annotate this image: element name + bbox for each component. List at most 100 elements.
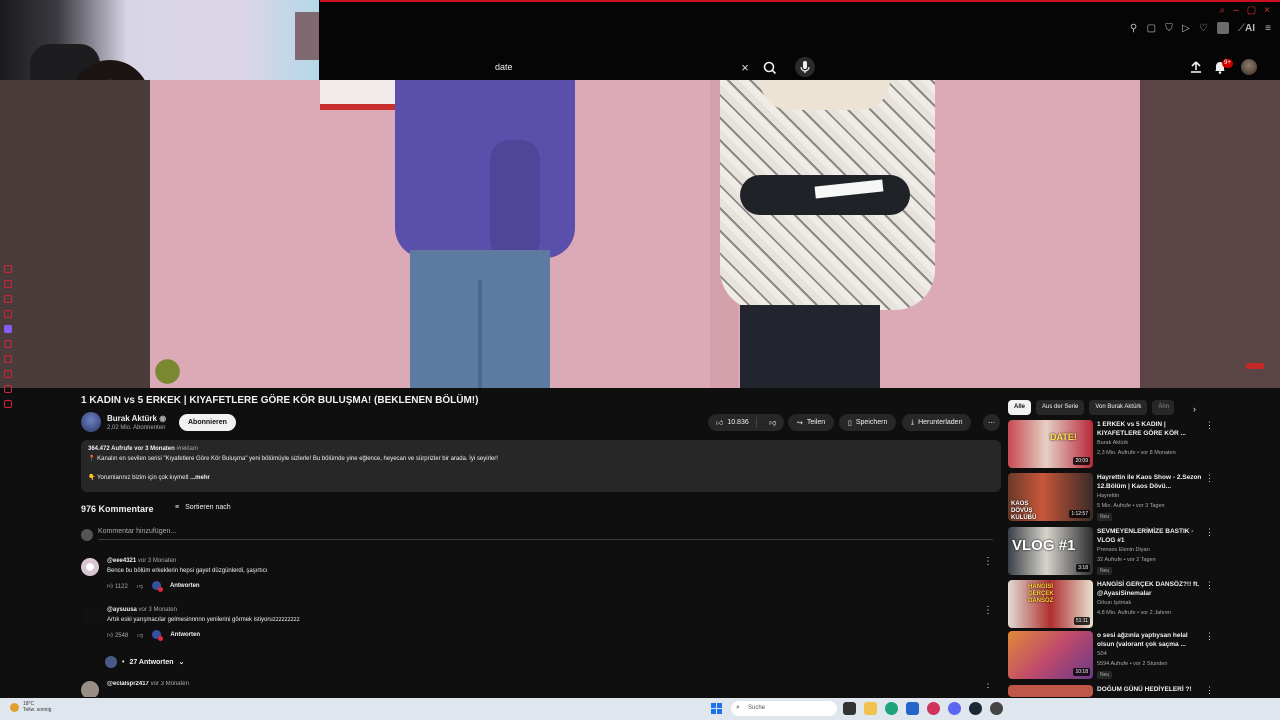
channel-name-text[interactable]: Burak Aktürk bbox=[107, 414, 157, 423]
recommendation-channel[interactable]: Orkun Işıtmak bbox=[1097, 600, 1131, 606]
recommendation-item[interactable]: KAOS DÖVÜŞ KULÜBÜ 1:12:57 Hayrettin ile … bbox=[1008, 473, 1214, 523]
add-comment-input[interactable]: Kommentar hinzufügen... bbox=[98, 528, 993, 540]
recommendation-item[interactable]: DOĞUM GÜNÜ HEDİYELERİ ?! ⋮ bbox=[1008, 685, 1214, 697]
channel-name[interactable]: Burak Aktürk ◉ bbox=[107, 414, 166, 423]
ai-icon[interactable]: ⟋AI bbox=[1238, 23, 1255, 34]
heart-icon[interactable]: ♡ bbox=[1199, 23, 1208, 34]
recommendation-menu-icon[interactable]: ⋮ bbox=[1205, 685, 1214, 696]
recommendation-title[interactable]: o sesi ağzınla yaptıysan helal olsun (va… bbox=[1097, 631, 1205, 649]
recommendation-title[interactable]: DOĞUM GÜNÜ HEDİYELERİ ?! bbox=[1097, 685, 1205, 694]
sidebar-icon-1[interactable] bbox=[4, 265, 12, 273]
more-actions-button[interactable]: ⋯ bbox=[983, 414, 1000, 431]
recommendation-title[interactable]: HANGİSİ GERÇEK DANSÖZ?!! ft. @AyasiSinem… bbox=[1097, 580, 1205, 598]
comment-author[interactable]: @eclalspr2417 bbox=[107, 681, 149, 687]
reply-button[interactable]: Antworten bbox=[170, 632, 200, 638]
search-input[interactable]: date bbox=[495, 62, 738, 72]
recommendation-thumbnail[interactable]: VLOG #1 3:18 bbox=[1008, 527, 1093, 575]
clear-search-icon[interactable]: × bbox=[738, 60, 752, 75]
search-icon[interactable] bbox=[760, 58, 780, 78]
store-icon[interactable] bbox=[906, 702, 919, 715]
recommendation-channel[interactable]: S04 bbox=[1097, 651, 1107, 657]
pin-icon[interactable]: ⚲ bbox=[1130, 23, 1138, 34]
steam-icon[interactable] bbox=[969, 702, 982, 715]
comment-dislike-button[interactable]: 👎︎ bbox=[137, 582, 143, 590]
comment-author[interactable]: @aysuusa bbox=[107, 607, 137, 613]
comment-menu-icon[interactable]: ⋮ bbox=[983, 605, 993, 616]
like-button[interactable]: 👍︎ 10.836 bbox=[708, 417, 758, 428]
dislike-button[interactable]: 👎︎ bbox=[761, 418, 784, 427]
recommendation-menu-icon[interactable]: ⋮ bbox=[1205, 420, 1214, 431]
taskbar-search[interactable]: Suche bbox=[731, 701, 837, 716]
sidebar-icon-4[interactable] bbox=[4, 310, 12, 318]
comment-avatar[interactable] bbox=[81, 607, 99, 625]
comment-like-button[interactable]: 👍︎ 1122 bbox=[107, 582, 128, 590]
show-replies-button[interactable]: • 27 Antworten ⌄ bbox=[105, 656, 184, 668]
comment-menu-icon[interactable]: ⋮ bbox=[983, 681, 993, 690]
comment-menu-icon[interactable]: ⋮ bbox=[983, 556, 993, 567]
twitch-icon[interactable] bbox=[4, 325, 12, 333]
description-box[interactable]: 364.472 Aufrufe vor 3 Monaten #reklam 📍 … bbox=[81, 440, 1001, 492]
comment-time[interactable]: vor 3 Monaten bbox=[139, 607, 177, 613]
chip-series[interactable]: Aus der Serie bbox=[1036, 400, 1085, 415]
obs-icon[interactable] bbox=[990, 702, 1003, 715]
description-hashtag[interactable]: #reklam bbox=[176, 446, 197, 452]
search-bar[interactable]: date × bbox=[490, 57, 756, 77]
sort-button[interactable]: ≡ Sortieren nach bbox=[175, 504, 231, 511]
recommendation-thumbnail[interactable]: 10:18 bbox=[1008, 631, 1093, 679]
recommendation-menu-icon[interactable]: ⋮ bbox=[1205, 473, 1214, 484]
recommendation-title[interactable]: Hayrettin ile Kaos Show - 2.Sezon 12.Böl… bbox=[1097, 473, 1205, 491]
chip-similar[interactable]: Ähn bbox=[1152, 400, 1175, 415]
tab-icon[interactable]: ▢ bbox=[1147, 23, 1156, 34]
maximize-icon[interactable]: ▢ bbox=[1247, 5, 1256, 16]
sidebar-icon-6[interactable] bbox=[4, 340, 12, 348]
recommendation-thumbnail[interactable]: DATE! 20:09 bbox=[1008, 420, 1093, 468]
recommendation-item[interactable]: 10:18 o sesi ağzınla yaptıysan helal ols… bbox=[1008, 631, 1214, 681]
recommendation-channel[interactable]: Prenses Elenin Diyarı bbox=[1097, 547, 1150, 553]
comment-avatar[interactable] bbox=[81, 558, 99, 576]
recommendation-thumbnail[interactable]: HANGİSİ GERÇEK DANSÖZ 51:11 bbox=[1008, 580, 1093, 628]
task-view-icon[interactable] bbox=[843, 702, 856, 715]
comment-dislike-button[interactable]: 👎︎ bbox=[137, 631, 143, 639]
extension-avatar[interactable] bbox=[1217, 22, 1229, 34]
shield-icon[interactable]: ⛉ bbox=[1165, 23, 1173, 34]
comment-time[interactable]: vor 3 Monaten bbox=[151, 681, 189, 687]
recommendation-channel[interactable]: Hayrettin bbox=[1097, 493, 1119, 499]
subscribe-button[interactable]: Abonnieren bbox=[179, 414, 236, 431]
microphone-icon[interactable] bbox=[795, 57, 815, 77]
reply-button[interactable]: Antworten bbox=[170, 583, 200, 589]
recommendation-menu-icon[interactable]: ⋮ bbox=[1205, 527, 1214, 538]
recommendation-item[interactable]: HANGİSİ GERÇEK DANSÖZ 51:11 HANGİSİ GERÇ… bbox=[1008, 580, 1214, 630]
show-more-link[interactable]: ...mehr bbox=[190, 475, 210, 481]
recommendation-title[interactable]: SEVMEYENLERİMİZE BASTIK - VLOG #1 bbox=[1097, 527, 1205, 545]
windows-start-icon[interactable] bbox=[711, 703, 722, 714]
sidebar-icon-10[interactable] bbox=[4, 400, 12, 408]
recommendation-item[interactable]: DATE! 20:09 1 ERKEK vs 5 KADIN | KIYAFET… bbox=[1008, 420, 1214, 470]
download-button[interactable]: ⤓ Herunterladen bbox=[902, 414, 972, 431]
recommendation-item[interactable]: VLOG #1 3:18 SEVMEYENLERİMİZE BASTIK - V… bbox=[1008, 527, 1214, 577]
chevron-right-icon[interactable]: › bbox=[1193, 404, 1196, 414]
sidebar-icon-8[interactable] bbox=[4, 370, 12, 378]
close-window-icon[interactable]: × bbox=[1264, 5, 1270, 16]
share-button[interactable]: ↪ Teilen bbox=[788, 414, 835, 431]
chip-all[interactable]: Alle bbox=[1008, 400, 1032, 415]
play-icon[interactable]: ▷ bbox=[1182, 23, 1190, 34]
opera-icon[interactable] bbox=[927, 702, 940, 715]
comment-author[interactable]: @eee4321 bbox=[107, 558, 136, 564]
weather-widget[interactable]: 18°C Teilw. sonnig bbox=[23, 701, 51, 713]
comment-like-button[interactable]: 👍︎ 2548 bbox=[107, 631, 128, 639]
comment-time[interactable]: vor 3 Monaten bbox=[138, 558, 176, 564]
recommendation-thumbnail[interactable] bbox=[1008, 685, 1093, 697]
recommendation-title[interactable]: 1 ERKEK vs 5 KADIN | KIYAFETLERE GÖRE KÖ… bbox=[1097, 420, 1205, 438]
recommendation-channel[interactable]: Burak Aktürk bbox=[1097, 440, 1128, 446]
sidebar-icon-7[interactable] bbox=[4, 355, 12, 363]
sidebar-icon-9[interactable] bbox=[4, 385, 12, 393]
recommendation-menu-icon[interactable]: ⋮ bbox=[1205, 580, 1214, 591]
recommendation-thumbnail[interactable]: KAOS DÖVÜŞ KULÜBÜ 1:12:57 bbox=[1008, 473, 1093, 521]
sidebar-icon-2[interactable] bbox=[4, 280, 12, 288]
menu-icon[interactable]: ≡ bbox=[1264, 23, 1272, 34]
edge-icon[interactable] bbox=[885, 702, 898, 715]
sidebar-icon-3[interactable] bbox=[4, 295, 12, 303]
minimize-icon[interactable]: – bbox=[1233, 5, 1239, 16]
user-avatar[interactable] bbox=[1241, 59, 1257, 75]
save-button[interactable]: ▯ Speichern bbox=[839, 414, 897, 431]
